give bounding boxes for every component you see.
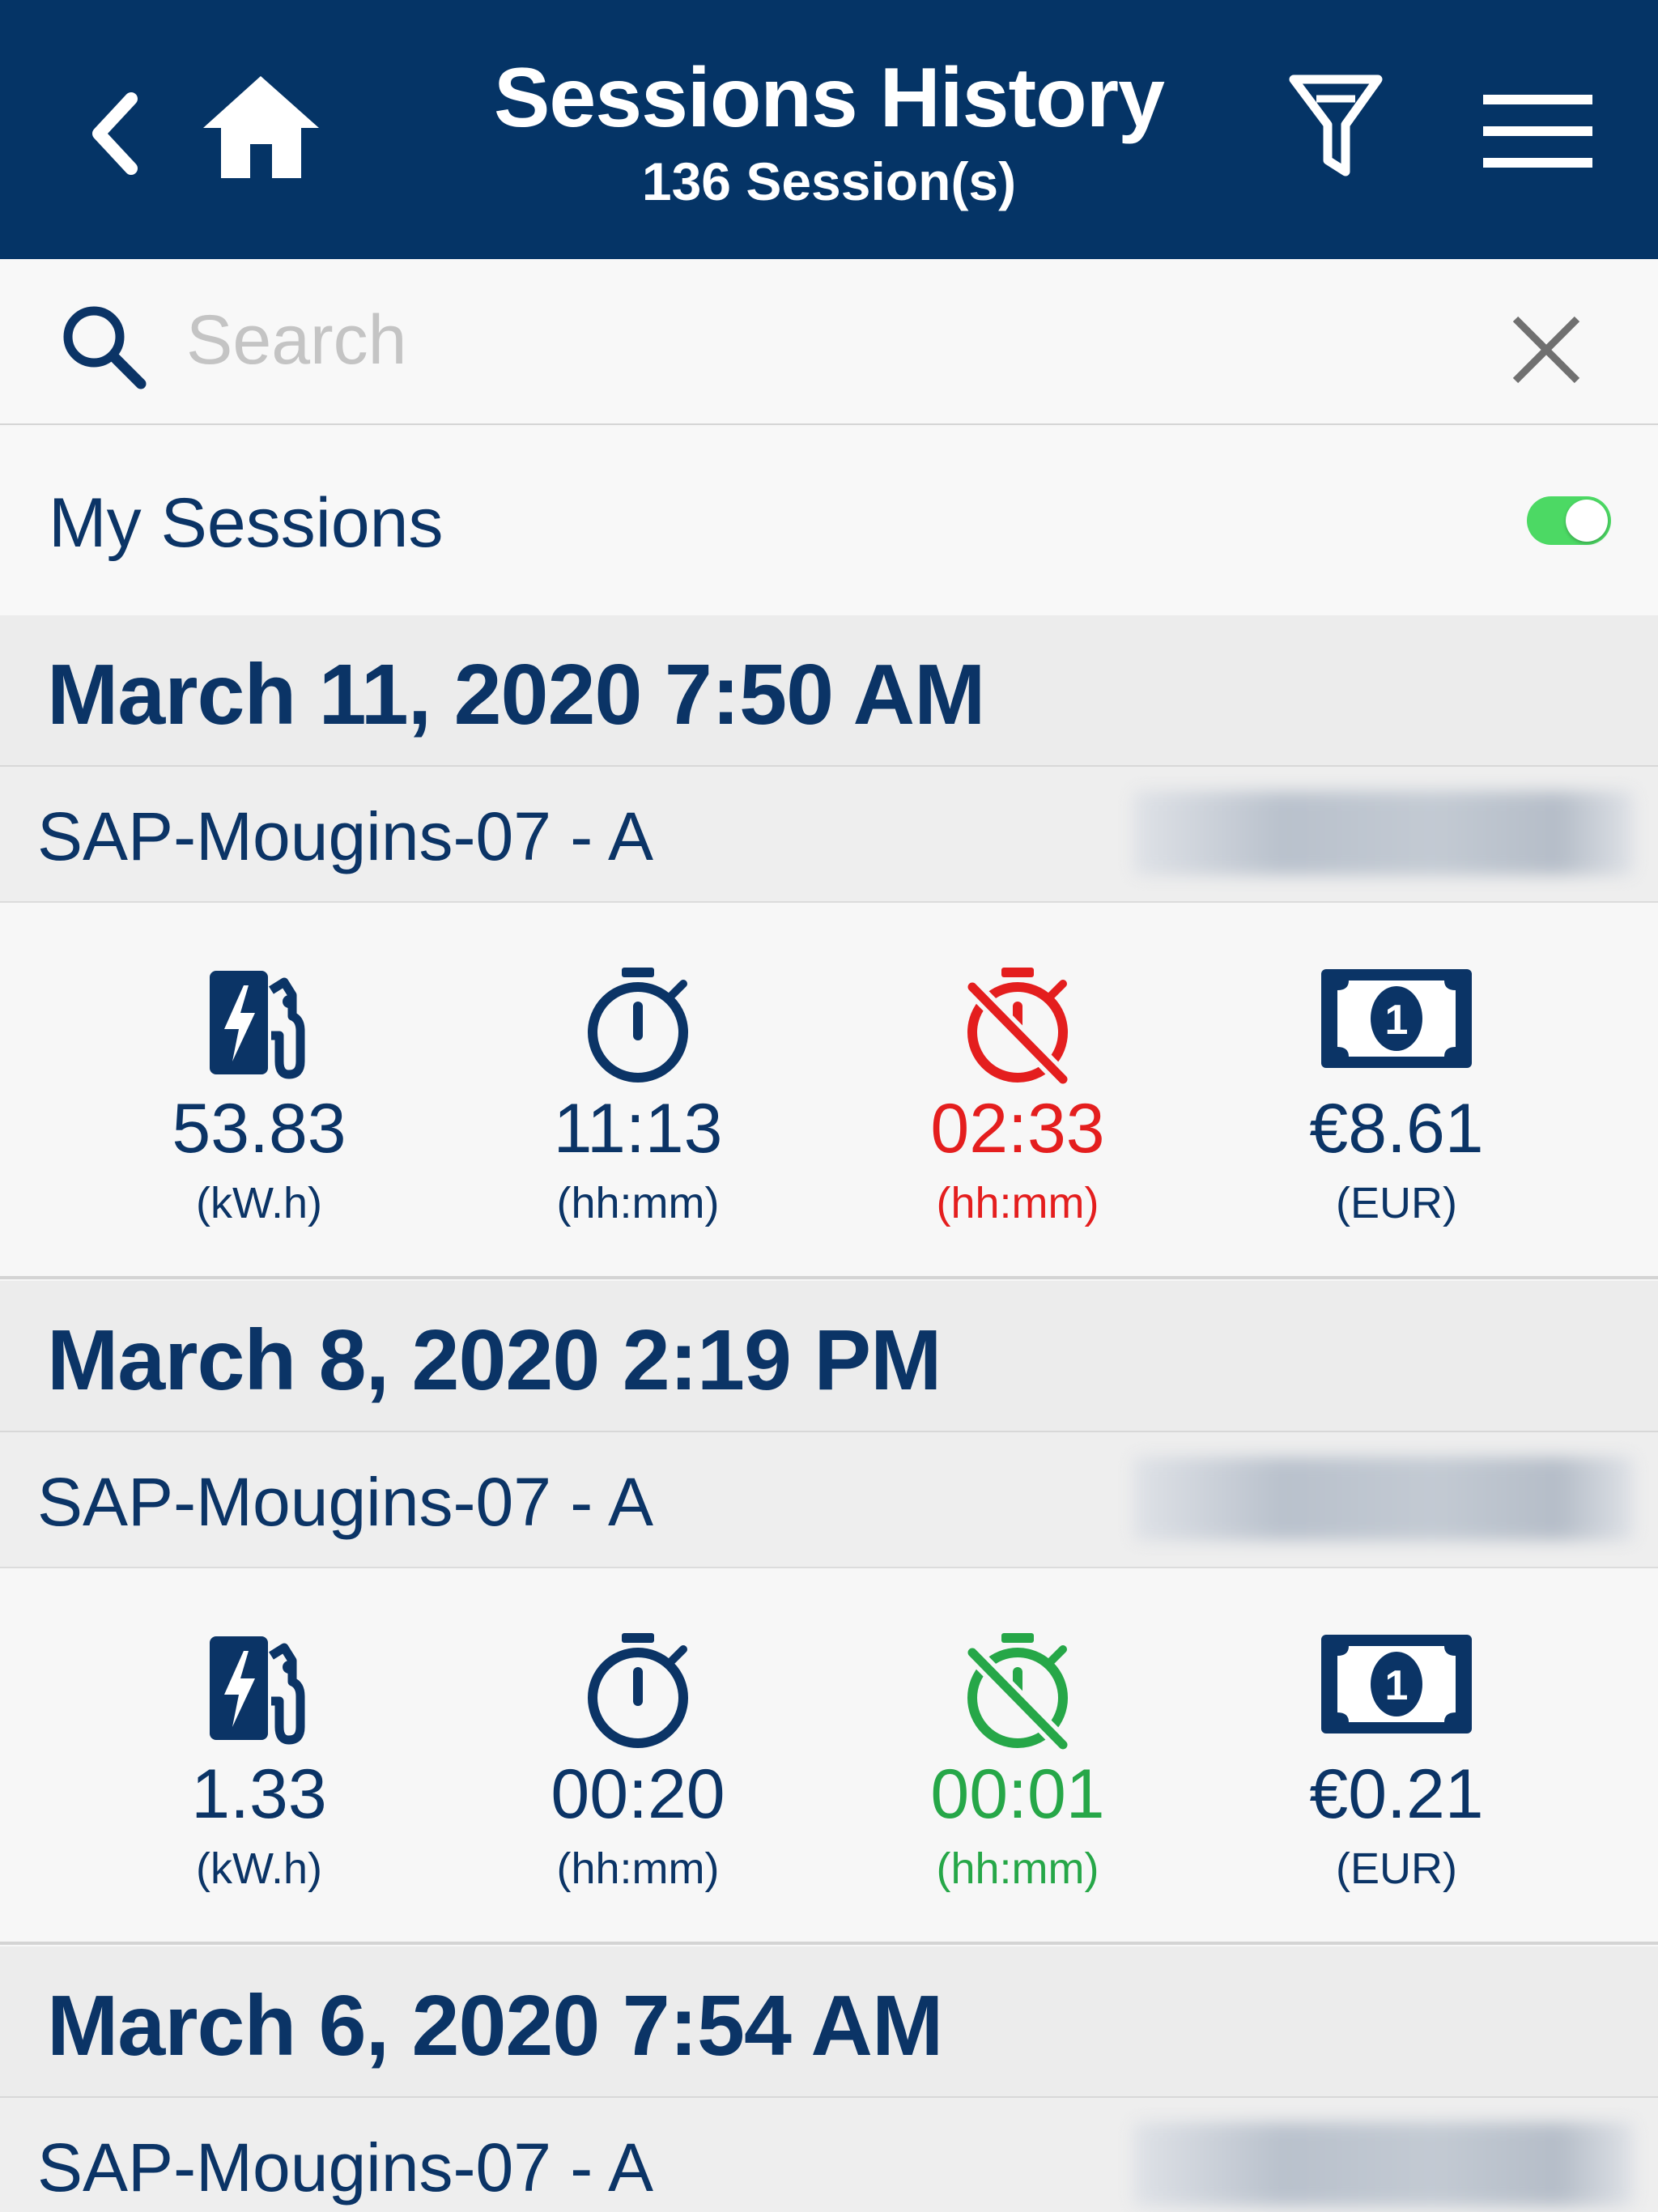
energy-unit: (kW.h) [196,1179,322,1227]
energy-stat: 53.83 (kW.h) [73,903,445,1275]
duration-unit: (hh:mm) [556,1179,720,1227]
session-station-row: SAP-Mougins-07 - A [0,767,1658,903]
search-icon [63,306,147,389]
charging-station-icon [210,1636,305,1745]
stopwatch-off-icon [966,968,1069,1084]
session-stats: 53.83 (kW.h) 11:13 (hh:mm) 02:33 (hh:mm)… [0,903,1658,1279]
session-date: March 11, 2020 7:50 AM [47,647,985,742]
session-item[interactable]: March 8, 2020 2:19 PM SAP-Mougins-07 - A… [0,1281,1658,1946]
stopwatch-off-icon [966,1633,1069,1750]
my-sessions-toggle[interactable] [1527,496,1611,545]
inactivity-stat: 02:33 (hh:mm) [831,903,1204,1275]
session-date-header: March 11, 2020 7:50 AM [0,615,1658,767]
session-station-row: SAP-Mougins-07 - A [0,2098,1658,2212]
navigation-bar: Sessions History 136 Session(s) [0,0,1658,259]
duration-value: 11:13 [553,1090,723,1168]
session-count: 136 Session(s) [641,151,1017,211]
energy-value: 53.83 [172,1090,346,1168]
price-stat: 1 €8.61 (EUR) [1210,903,1583,1275]
duration-unit: (hh:mm) [556,1844,720,1893]
inactivity-unit: (hh:mm) [936,1844,1099,1893]
page-title: Sessions History [494,51,1165,145]
energy-value: 1.33 [191,1755,327,1833]
stopwatch-icon [588,1633,688,1748]
energy-unit: (kW.h) [196,1844,322,1893]
duration-stat: 11:13 (hh:mm) [452,903,824,1275]
toggle-knob [1566,500,1608,542]
session-stats: 1.33 (kW.h) 00:20 (hh:mm) 00:01 (hh:mm) … [0,1568,1658,1945]
search-bar [0,259,1658,425]
price-unit: (EUR) [1336,1844,1457,1893]
redacted-user-name [1133,2122,1634,2206]
session-date-header: March 8, 2020 2:19 PM [0,1281,1658,1432]
station-name: SAP-Mougins-07 - A [37,798,654,874]
inactivity-value: 02:33 [930,1090,1105,1168]
price-stat: 1 €0.21 (EUR) [1210,1568,1583,1941]
money-icon: 1 [1321,1635,1472,1733]
redacted-user-name [1133,791,1634,875]
svg-text:1: 1 [1385,1662,1409,1709]
my-sessions-row: My Sessions [0,427,1658,615]
duration-value: 00:20 [551,1755,725,1833]
session-station-row: SAP-Mougins-07 - A [0,1432,1658,1568]
inactivity-unit: (hh:mm) [936,1179,1099,1227]
clear-search-button[interactable] [1506,309,1587,390]
stopwatch-icon [588,968,688,1083]
inactivity-value: 00:01 [930,1755,1105,1833]
hamburger-menu-icon [1483,95,1592,168]
price-unit: (EUR) [1336,1179,1457,1227]
filter-button[interactable] [1287,71,1384,181]
session-date-header: March 6, 2020 7:54 AM [0,1946,1658,2098]
redacted-user-name [1133,1457,1634,1541]
filter-icon [1289,74,1383,177]
session-item[interactable]: March 11, 2020 7:50 AM SAP-Mougins-07 - … [0,615,1658,1281]
my-sessions-label: My Sessions [49,484,444,562]
price-value: €8.61 [1309,1090,1484,1168]
search-input[interactable] [186,291,1482,389]
duration-stat: 00:20 (hh:mm) [452,1568,824,1941]
svg-text:1: 1 [1385,997,1409,1044]
charging-station-icon [210,971,305,1079]
station-name: SAP-Mougins-07 - A [37,2129,654,2206]
session-date: March 6, 2020 7:54 AM [47,1978,943,2074]
session-item[interactable]: March 6, 2020 7:54 AM SAP-Mougins-07 - A [0,1946,1658,2212]
energy-stat: 1.33 (kW.h) [73,1568,445,1941]
session-date: March 8, 2020 2:19 PM [47,1312,942,1408]
station-name: SAP-Mougins-07 - A [37,1464,654,1540]
price-value: €0.21 [1309,1755,1484,1833]
inactivity-stat: 00:01 (hh:mm) [831,1568,1204,1941]
close-icon [1512,316,1580,384]
money-icon: 1 [1321,969,1472,1068]
menu-button[interactable] [1483,93,1592,170]
